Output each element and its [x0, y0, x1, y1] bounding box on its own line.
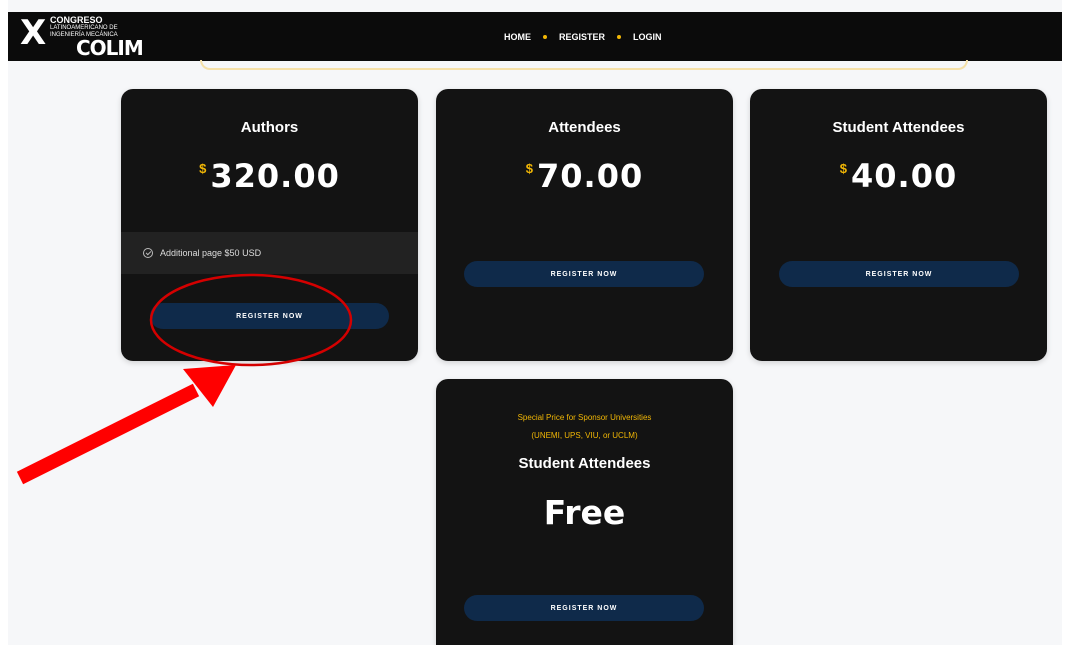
price-amount: 70.00	[537, 157, 644, 195]
nav-separator-dot	[617, 34, 622, 39]
register-now-button-sponsor[interactable]: REGISTER NOW	[464, 595, 704, 621]
pricing-card-sponsor-students: Special Price for Sponsor Universities (…	[436, 379, 733, 645]
feature-text: Additional page $50 USD	[160, 248, 262, 258]
register-now-button-attendees[interactable]: REGISTER NOW	[464, 261, 704, 287]
site-logo[interactable]: X CONGRESO LATINOAMERICANO DE INGENIERÍA…	[20, 13, 170, 60]
pricing-card-student-attendees: Student Attendees $40.00 REGISTER NOW	[750, 89, 1047, 361]
currency-symbol: $	[525, 161, 534, 176]
main-nav: HOME REGISTER LOGIN	[504, 12, 662, 61]
special-price-note: Special Price for Sponsor Universities	[517, 413, 652, 422]
card-price: $70.00	[436, 157, 733, 195]
card-title: Attendees	[548, 119, 621, 136]
currency-symbol: $	[199, 161, 208, 176]
check-circle-icon	[143, 248, 153, 258]
pricing-card-authors: Authors $320.00 Additional page $50 USD …	[121, 89, 418, 361]
top-navbar: X CONGRESO LATINOAMERICANO DE INGENIERÍA…	[8, 12, 1062, 61]
logo-line-latinoamericano: LATINOAMERICANO DE	[50, 25, 118, 31]
pricing-card-attendees: Attendees $70.00 REGISTER NOW	[436, 89, 733, 361]
card-price: $320.00	[121, 157, 418, 195]
sponsor-universities-list: (UNEMI, UPS, VIU, or UCLM)	[531, 431, 638, 440]
currency-symbol: $	[839, 161, 848, 176]
nav-separator-dot	[543, 34, 547, 39]
logo-line-congreso: CONGRESO	[50, 15, 103, 25]
nav-login-link[interactable]: LOGIN	[633, 32, 662, 42]
logo-wordmark: COLIM	[76, 36, 144, 60]
card-title: Student Attendees	[832, 119, 965, 136]
card-title: Authors	[240, 119, 299, 136]
card-price-free: Free	[543, 493, 626, 532]
register-now-button-student[interactable]: REGISTER NOW	[779, 261, 1019, 287]
price-amount: 320.00	[210, 157, 340, 195]
card-price: $40.00	[750, 157, 1047, 195]
nav-home-link[interactable]: HOME	[504, 32, 531, 42]
price-amount: 40.00	[851, 157, 958, 195]
nav-register-link[interactable]: REGISTER	[559, 32, 605, 42]
register-now-button-authors[interactable]: REGISTER NOW	[150, 303, 389, 329]
logo-numeral: X	[20, 13, 47, 53]
hero-underline-decoration	[200, 60, 968, 70]
card-feature-row: Additional page $50 USD	[121, 232, 418, 274]
card-title: Student Attendees	[518, 455, 651, 472]
